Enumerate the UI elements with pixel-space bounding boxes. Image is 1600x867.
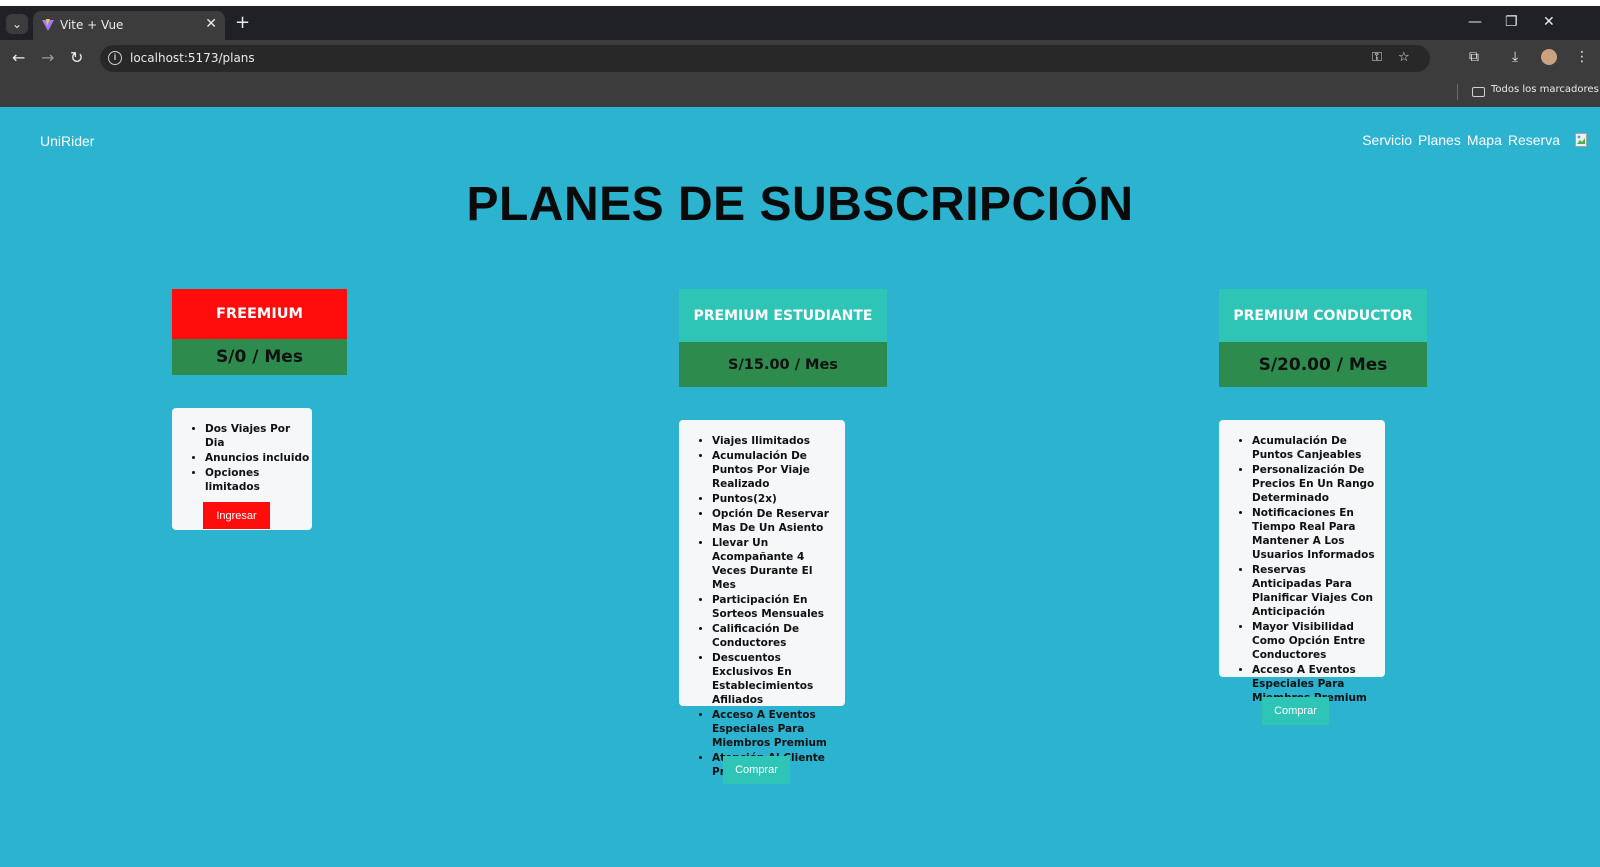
feature-item: Opción De Reservar Mas De Un Asiento: [712, 507, 837, 535]
plan-features-freemium: Dos Viajes Por Dia Anuncios incluido Opc…: [172, 408, 312, 530]
nav-link-planes[interactable]: Planes: [1418, 132, 1461, 148]
url-text: localhost:5173/plans: [130, 51, 255, 65]
feature-item: Opciones limitados: [205, 466, 312, 494]
plans-page: UniRider Servicio Planes Mapa Reserva PL…: [0, 107, 1600, 867]
plan-price-premium-conductor: S/20.00 / Mes: [1219, 342, 1427, 387]
ingresar-button[interactable]: Ingresar: [203, 502, 270, 529]
nav-link-reserva[interactable]: Reserva: [1508, 132, 1560, 148]
vite-favicon-icon: [42, 19, 54, 31]
feature-item: Descuentos Exclusivos En Establecimiento…: [712, 651, 837, 707]
feature-item: Acumulación De Puntos Canjeables: [1252, 434, 1377, 462]
feature-item: Calificación De Conductores: [712, 622, 837, 650]
feature-item: Reservas Anticipadas Para Planificar Via…: [1252, 563, 1377, 619]
feature-item: Dos Viajes Por Dia: [205, 422, 312, 450]
menu-icon[interactable]: ⋮: [1575, 49, 1589, 65]
profile-avatar[interactable]: [1541, 49, 1557, 65]
tab-search-button[interactable]: ⌄: [6, 14, 28, 34]
feature-item: Acumulación De Puntos Por Viaje Realizad…: [712, 449, 837, 491]
plan-price-freemium: S/0 / Mes: [172, 339, 347, 375]
minimize-icon[interactable]: —: [1468, 14, 1482, 30]
nav-link-servicio[interactable]: Servicio: [1362, 132, 1412, 148]
feature-item: Personalización De Precios En Un Rango D…: [1252, 463, 1377, 505]
back-icon[interactable]: ←: [12, 48, 25, 67]
password-key-icon[interactable]: ⚿: [1372, 50, 1382, 65]
new-tab-button[interactable]: +: [235, 14, 250, 32]
plan-features-premium-conductor: Acumulación De Puntos Canjeables Persona…: [1219, 420, 1385, 704]
comprar-button-estudiante[interactable]: Comprar: [723, 756, 790, 784]
extensions-icon[interactable]: ⧉: [1469, 49, 1479, 65]
download-icon[interactable]: ⤓: [1512, 49, 1518, 65]
bookmark-star-icon[interactable]: ☆: [1398, 50, 1410, 65]
feature-item: Viajes Ilimitados: [712, 434, 837, 448]
reload-icon[interactable]: ↻: [70, 48, 83, 67]
bookmarks-divider: [1457, 84, 1458, 100]
tab-close-icon[interactable]: ✕: [205, 16, 217, 32]
brand-logo-text[interactable]: UniRider: [40, 133, 94, 149]
tab-title: Vite + Vue: [60, 18, 124, 32]
feature-item: Participación En Sorteos Mensuales: [712, 593, 837, 621]
forward-icon[interactable]: →: [41, 48, 54, 67]
plan-header-premium-conductor: PREMIUM CONDUCTOR: [1219, 289, 1427, 342]
all-bookmarks-link[interactable]: Todos los marcadores: [1491, 84, 1599, 95]
folder-icon: [1472, 87, 1485, 97]
address-bar[interactable]: i localhost:5173/plans ⚿ ☆: [100, 45, 1430, 72]
feature-item: Puntos(2x): [712, 492, 837, 506]
plan-header-premium-estudiante: PREMIUM ESTUDIANTE: [679, 289, 887, 342]
restore-icon[interactable]: ❐: [1505, 14, 1518, 30]
main-nav: Servicio Planes Mapa Reserva: [1362, 132, 1560, 148]
browser-tab[interactable]: Vite + Vue ✕: [33, 11, 225, 40]
feature-item: Mayor Visibilidad Como Opción Entre Cond…: [1252, 620, 1377, 662]
plan-features-premium-estudiante: Viajes Ilimitados Acumulación De Puntos …: [679, 420, 845, 778]
site-info-icon[interactable]: i: [108, 51, 122, 65]
feature-item: Anuncios incluido: [205, 451, 312, 465]
broken-image-icon[interactable]: [1575, 133, 1587, 147]
plan-price-premium-estudiante: S/15.00 / Mes: [679, 342, 887, 387]
feature-item: Acceso A Eventos Especiales Para Miembro…: [712, 708, 837, 750]
nav-link-mapa[interactable]: Mapa: [1467, 132, 1502, 148]
plan-header-freemium: FREEMIUM: [172, 289, 347, 339]
feature-item: Notificaciones En Tiempo Real Para Mante…: [1252, 506, 1377, 562]
feature-item: Llevar Un Acompañante 4 Veces Durante El…: [712, 536, 837, 592]
close-window-icon[interactable]: ✕: [1543, 14, 1555, 30]
page-title: PLANES DE SUBSCRIPCIÓN: [466, 178, 1134, 231]
browser-toolbar: ← → ↻ i localhost:5173/plans ⚿ ☆ ⧉ ⤓ ⋮: [0, 40, 1600, 76]
tab-bar: ⌄ Vite + Vue ✕ + — ❐ ✕: [0, 6, 1600, 40]
comprar-button-conductor[interactable]: Comprar: [1262, 697, 1329, 725]
bookmarks-bar: Todos los marcadores: [0, 76, 1600, 107]
